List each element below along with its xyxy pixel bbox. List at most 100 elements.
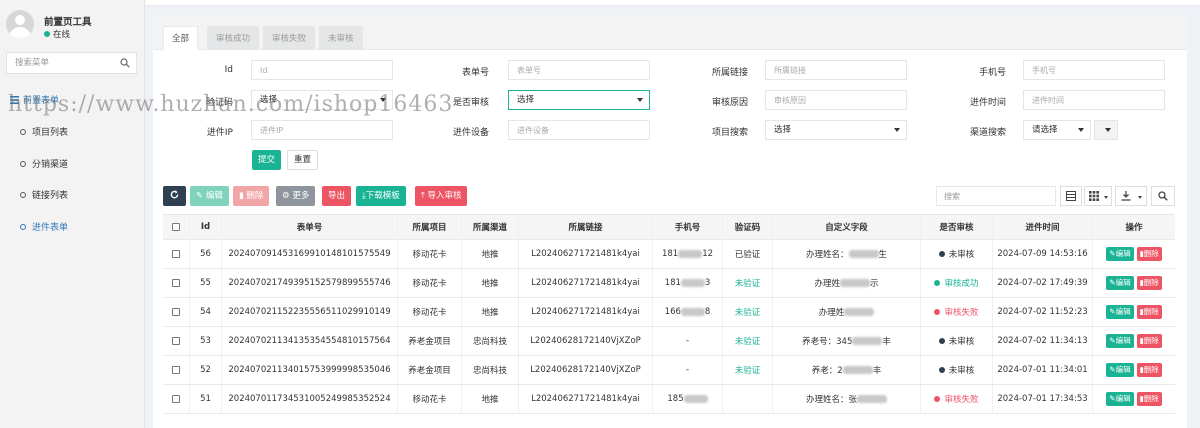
cell-status: 未审核 [921,356,993,384]
reset-button[interactable]: 重置 [287,150,319,170]
row-checkbox[interactable] [172,395,180,403]
circle-icon [20,161,26,167]
row-edit-button[interactable]: ✎编辑 [1106,334,1134,348]
row-delete-button[interactable]: ▮删除 [1136,247,1162,261]
filter-project-select[interactable]: 选择 [765,120,907,140]
user-status: 在线 [44,28,70,40]
row-edit-button[interactable]: ✎编辑 [1106,247,1134,261]
tab-audit-success[interactable]: 审核成功 [207,26,260,50]
circle-icon [20,129,26,135]
filter-time-input[interactable] [1023,90,1165,110]
user-name: 前置页工具 [44,17,92,28]
sidebar-item-entry-form[interactable]: 进件表单 [20,220,68,233]
header-time[interactable]: 进件时间 [993,215,1093,239]
filter-reason-input[interactable] [765,90,907,110]
caret-down-icon [1138,196,1142,199]
edit-button[interactable]: ✎ 编辑 [190,186,229,206]
row-delete-button[interactable]: ▮删除 [1136,334,1162,348]
avatar[interactable] [6,10,34,38]
header-channel[interactable]: 所属渠道 [462,215,519,239]
table-search-input[interactable] [936,186,1056,206]
redacted-text [683,395,708,403]
table-row[interactable]: 56 20240709145316991014810157554­9 移动花卡 地推 L… [163,240,1175,269]
cell-channel: 忠尚科技 [462,356,519,384]
tab-not-audited[interactable]: 未审核 [319,26,363,50]
cell-link: L202406271721481k4yai [519,298,653,326]
filter-link-input[interactable] [765,60,907,80]
row-checkbox[interactable] [172,279,180,287]
filter-device-input[interactable] [508,120,650,140]
sidebar-item-project-list[interactable]: 项目列表 [20,125,68,138]
header-phone[interactable]: 手机号 [653,215,723,239]
cell-custom: 办理姓名：生 [773,240,921,268]
filter-ip-input[interactable] [251,120,393,140]
table-row[interactable]: 52 202407021134015753999998535046 养老金项目 忠尚科… [163,356,1175,385]
export-button[interactable]: 导出 [322,186,352,206]
row-delete-button[interactable]: ▮删除 [1136,305,1162,319]
cell-project: 移动花卡 [398,385,462,413]
menu-group-front-form[interactable]: 前置表单 [10,93,59,106]
refresh-button[interactable] [163,186,186,206]
download-template-button[interactable]: ⤓下载模板 [356,186,406,206]
filter-id-input[interactable] [251,60,393,80]
sidebar-item-channels[interactable]: 分销渠道 [20,157,68,170]
table-row[interactable]: 53 202407021134135354554810157564 养老金项目 忠尚科… [163,327,1175,356]
cell-order: 202407021134135354554810157564 [222,327,398,355]
filter-channel-subselect[interactable] [1094,120,1118,140]
cell-project: 养老金项目 [398,327,462,355]
row-checkbox[interactable] [172,250,180,258]
row-edit-button[interactable]: ✎编辑 [1106,363,1134,377]
filter-reason-label: 审核原因 [711,98,748,108]
filter-captcha-select[interactable]: 选择 [251,90,393,110]
export-format-button[interactable] [1115,186,1147,206]
header-custom[interactable]: 自定义字段 [773,215,921,239]
row-checkbox[interactable] [172,337,180,345]
status-dot-icon [938,338,945,344]
import-audit-button[interactable]: ⤒ 导入审核 [415,186,468,206]
redacted-text [678,250,703,258]
cell-phone: - [653,356,723,384]
header-id[interactable]: Id [190,215,222,239]
table-row[interactable]: 54 202407021152235556511029910149 移动花卡 地推 L2… [163,298,1175,327]
table-row[interactable]: 51 202407011734531005249985352524 移动花卡 地推 L2… [163,385,1175,414]
main-panel: 全部 审核成功 审核失败 未审核 Id 表单号 所属链接 手机号 验证码 选择 … [153,14,1187,428]
delete-button[interactable]: ▮ 删除 [233,186,270,206]
tab-bar: 全部 审核成功 审核失败 未审核 [153,14,1187,50]
select-all-checkbox[interactable] [172,223,180,231]
cell-channel: 地推 [462,385,519,413]
cell-project: 移动花卡 [398,269,462,297]
filter-device-label: 进件设备 [452,128,489,138]
sidebar-item-links[interactable]: 链接列表 [20,188,68,201]
header-order[interactable]: 表单号 [222,215,398,239]
row-edit-button[interactable]: ✎编辑 [1106,276,1134,290]
search-icon[interactable] [120,58,130,68]
status-dot-icon [934,396,941,402]
table-row[interactable]: 55 202407021749395152579899555746 移动花卡 地推 L2… [163,269,1175,298]
columns-button[interactable] [1084,186,1112,206]
cell-id: 55 [190,269,222,297]
row-edit-button[interactable]: ✎编辑 [1106,392,1134,406]
row-delete-button[interactable]: ▮删除 [1136,276,1162,290]
filter-link-label: 所属链接 [711,68,748,78]
tab-all[interactable]: 全部 [163,26,199,50]
submit-button[interactable]: 提交 [252,150,282,170]
row-delete-button[interactable]: ▮删除 [1136,363,1162,377]
row-checkbox[interactable] [172,366,180,374]
filter-phone-input[interactable] [1023,60,1165,80]
toggle-view-button[interactable] [1060,186,1082,206]
header-link[interactable]: 所属链接 [519,215,653,239]
menu-search-input[interactable] [7,53,117,73]
filter-audited-select[interactable]: 选择 [508,90,650,110]
header-audited[interactable]: 是否审核 [921,215,993,239]
filter-order-input[interactable] [508,60,650,80]
table-search-button[interactable] [1151,186,1175,206]
tab-audit-failed[interactable]: 审核失败 [263,26,316,50]
filter-channel-select[interactable]: 请选择 [1023,120,1091,140]
more-button[interactable]: ⚙ 更多 [276,186,316,206]
row-checkbox[interactable] [172,308,180,316]
status-dot-icon [938,251,945,257]
header-captcha[interactable]: 验证码 [723,215,773,239]
row-edit-button[interactable]: ✎编辑 [1106,305,1134,319]
header-project[interactable]: 所属项目 [398,215,462,239]
row-delete-button[interactable]: ▮删除 [1136,392,1162,406]
